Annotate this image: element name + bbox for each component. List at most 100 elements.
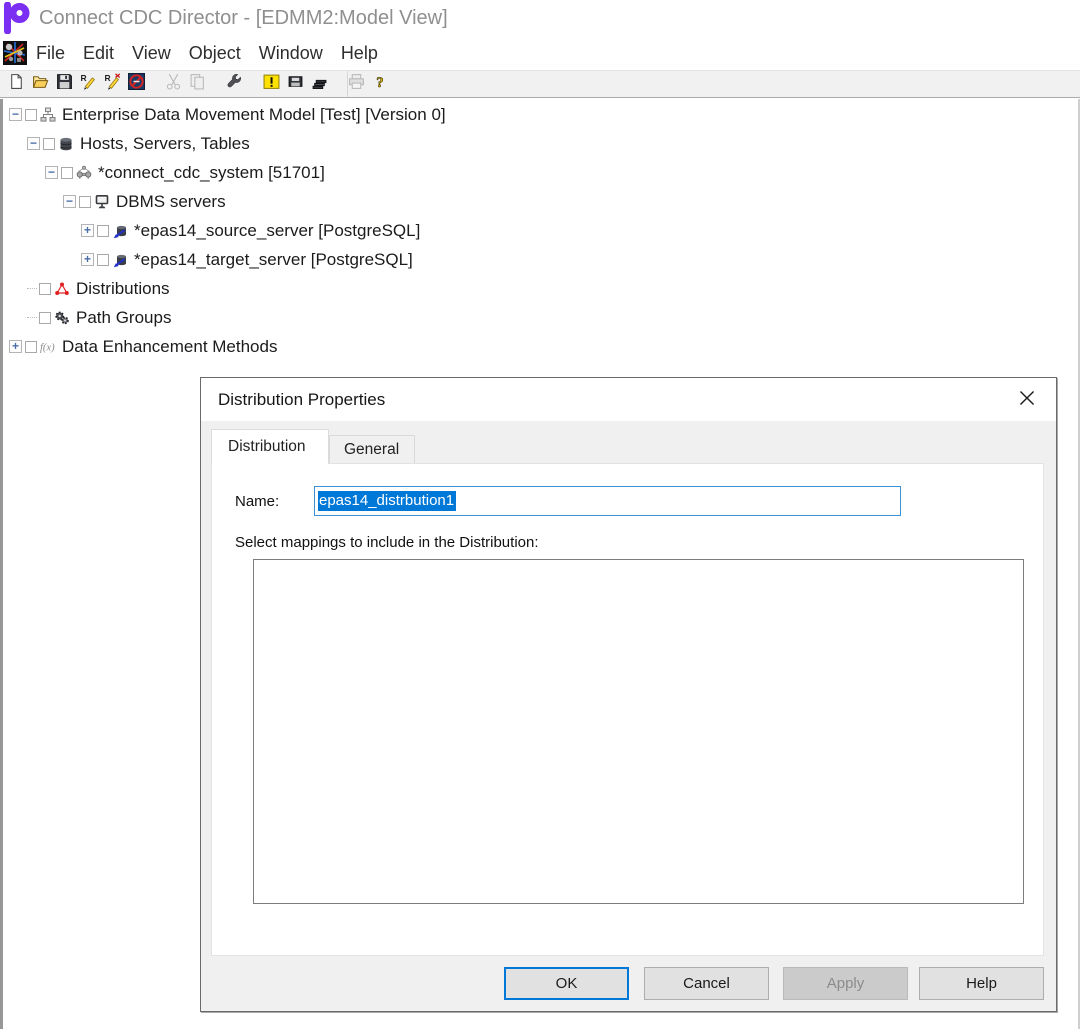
toolbar-group-gap <box>209 84 222 85</box>
svg-text:R: R <box>104 73 110 83</box>
help-icon: ? <box>372 73 389 95</box>
warning-button[interactable] <box>259 72 283 96</box>
expand-plus-icon[interactable]: + <box>81 224 94 237</box>
tree-checkbox[interactable] <box>39 312 51 324</box>
mdi-network-icon <box>3 41 27 65</box>
sitemap-icon <box>40 107 57 123</box>
no-entry-button[interactable] <box>124 72 148 96</box>
stack-button[interactable] <box>307 72 331 96</box>
r-pencil-button[interactable]: R <box>76 72 100 96</box>
expand-plus-icon[interactable]: + <box>81 253 94 266</box>
tab-distribution[interactable]: Distribution <box>211 429 329 464</box>
copy-icon <box>189 73 206 95</box>
tree-connector <box>27 288 37 289</box>
toolbar-divider <box>347 71 348 97</box>
tree-checkbox[interactable] <box>61 167 73 179</box>
collapse-minus-icon[interactable]: − <box>45 166 58 179</box>
cancel-button[interactable]: Cancel <box>644 967 769 1000</box>
menu-bar: FileEditViewObjectWindowHelp <box>0 36 1080 70</box>
new-document-icon <box>8 73 25 95</box>
tree-checkbox[interactable] <box>97 225 109 237</box>
tree-row[interactable]: + *epas14_source_server [PostgreSQL] <box>4 216 446 245</box>
warning-icon <box>263 73 280 95</box>
app-window: Connect CDC Director - [EDMM2:Model View… <box>0 0 1080 1029</box>
tree-checkbox[interactable] <box>97 254 109 266</box>
collapse-minus-icon[interactable]: − <box>63 195 76 208</box>
open-folder-icon <box>32 73 49 95</box>
wrench-button[interactable] <box>222 72 246 96</box>
cut-icon <box>165 73 182 95</box>
menu-item-window[interactable]: Window <box>250 43 332 64</box>
tree-row[interactable]: + *epas14_target_server [PostgreSQL] <box>4 245 446 274</box>
distribution-icon <box>54 281 71 297</box>
tree-checkbox[interactable] <box>25 109 37 121</box>
menu-item-edit[interactable]: Edit <box>74 43 123 64</box>
help-button[interactable]: ? <box>368 72 392 96</box>
collapse-minus-icon[interactable]: − <box>27 137 40 150</box>
tree-connector <box>27 317 37 318</box>
r-pencil-x-button[interactable]: R <box>100 72 124 96</box>
tree-row[interactable]: − Hosts, Servers, Tables <box>4 129 446 158</box>
open-folder-button[interactable] <box>28 72 52 96</box>
r-pencil-icon: R <box>80 73 97 95</box>
close-button[interactable] <box>1014 387 1040 413</box>
expand-plus-icon[interactable]: + <box>9 340 22 353</box>
save-button[interactable] <box>52 72 76 96</box>
path-group-icon <box>54 310 71 326</box>
tree-row[interactable]: −Enterprise Data Movement Model [Test] [… <box>4 100 446 129</box>
menu-item-file[interactable]: File <box>27 43 74 64</box>
tree-checkbox[interactable] <box>43 138 55 150</box>
tree-row[interactable]: Path Groups <box>4 303 446 332</box>
no-entry-icon <box>128 73 145 95</box>
menu-item-help[interactable]: Help <box>332 43 387 64</box>
menu-item-object[interactable]: Object <box>180 43 250 64</box>
tab-general[interactable]: General <box>329 435 415 463</box>
tree-checkbox[interactable] <box>79 196 91 208</box>
name-input[interactable]: epas14_distrbution1 <box>314 486 901 516</box>
help-button[interactable]: Help <box>919 967 1044 1000</box>
tree-row[interactable]: − *connect_cdc_system [51701] <box>4 158 446 187</box>
svg-text:f(x): f(x) <box>40 342 55 353</box>
distribution-properties-dialog: Distribution Properties Name: epas14_dis… <box>200 377 1057 1012</box>
distribution-tab-panel: Name: epas14_distrbution1 Select mapping… <box>211 463 1044 956</box>
tree-label: Path Groups <box>76 308 171 328</box>
tree-row[interactable]: +f(x)Data Enhancement Methods <box>4 332 446 361</box>
tree-checkbox[interactable] <box>25 341 37 353</box>
collapse-minus-icon[interactable]: − <box>9 108 22 121</box>
menu-item-view[interactable]: View <box>123 43 180 64</box>
dialog-titlebar[interactable]: Distribution Properties <box>201 378 1056 421</box>
tree-label: *epas14_source_server [PostgreSQL] <box>134 221 420 241</box>
system-icon <box>76 165 93 181</box>
toolbar-group-gap <box>331 84 344 85</box>
save-model-icon <box>287 73 304 95</box>
mappings-listbox[interactable] <box>253 559 1024 904</box>
save-icon <box>56 73 73 95</box>
svg-text:?: ? <box>376 75 383 90</box>
tree-label: *connect_cdc_system [51701] <box>98 163 325 183</box>
tree-label: *epas14_target_server [PostgreSQL] <box>134 250 413 270</box>
tree-row[interactable]: −DBMS servers <box>4 187 446 216</box>
save-model-button[interactable] <box>283 72 307 96</box>
pg-server-icon <box>112 223 129 239</box>
stack-icon <box>311 73 328 95</box>
toolbar-group-gap <box>246 84 259 85</box>
r-pencil-x-icon: R <box>104 73 121 95</box>
tree-checkbox[interactable] <box>39 283 51 295</box>
wrench-icon <box>226 73 243 95</box>
tree-row[interactable]: Distributions <box>4 274 446 303</box>
app-title: Connect CDC Director - [EDMM2:Model View… <box>39 7 448 30</box>
new-document-button[interactable] <box>4 72 28 96</box>
svg-text:R: R <box>80 73 86 83</box>
app-titlebar: Connect CDC Director - [EDMM2:Model View… <box>0 0 1080 36</box>
host-icon <box>58 136 75 152</box>
ok-button[interactable]: OK <box>504 967 629 1000</box>
print-icon <box>348 73 365 95</box>
apply-button: Apply <box>783 967 908 1000</box>
mappings-label: Select mappings to include in the Distri… <box>235 534 539 551</box>
pg-server-icon <box>112 252 129 268</box>
tree-label: Hosts, Servers, Tables <box>80 134 250 154</box>
window-left-edge <box>0 99 3 1029</box>
name-input-selected-text: epas14_distrbution1 <box>318 491 456 511</box>
fx-icon: f(x) <box>40 339 57 355</box>
dbms-icon <box>94 194 111 210</box>
